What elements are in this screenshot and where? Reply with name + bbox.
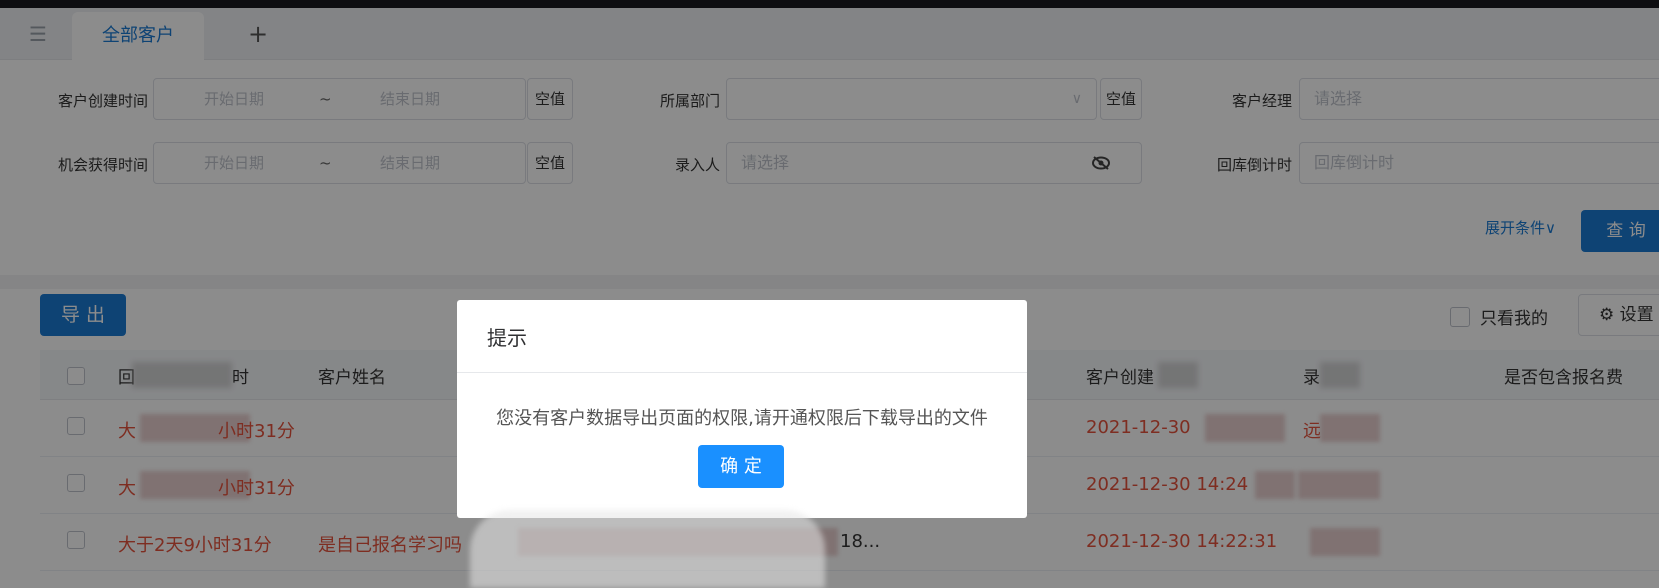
redaction-overlay bbox=[470, 510, 825, 588]
permission-dialog: 提示 您没有客户数据导出页面的权限,请开通权限后下载导出的文件 确 定 bbox=[457, 300, 1027, 518]
dialog-message: 您没有客户数据导出页面的权限,请开通权限后下载导出的文件 bbox=[496, 408, 988, 429]
dialog-title: 提示 bbox=[487, 326, 527, 350]
dialog-divider bbox=[457, 372, 1027, 373]
dialog-ok-button[interactable]: 确 定 bbox=[698, 445, 784, 488]
